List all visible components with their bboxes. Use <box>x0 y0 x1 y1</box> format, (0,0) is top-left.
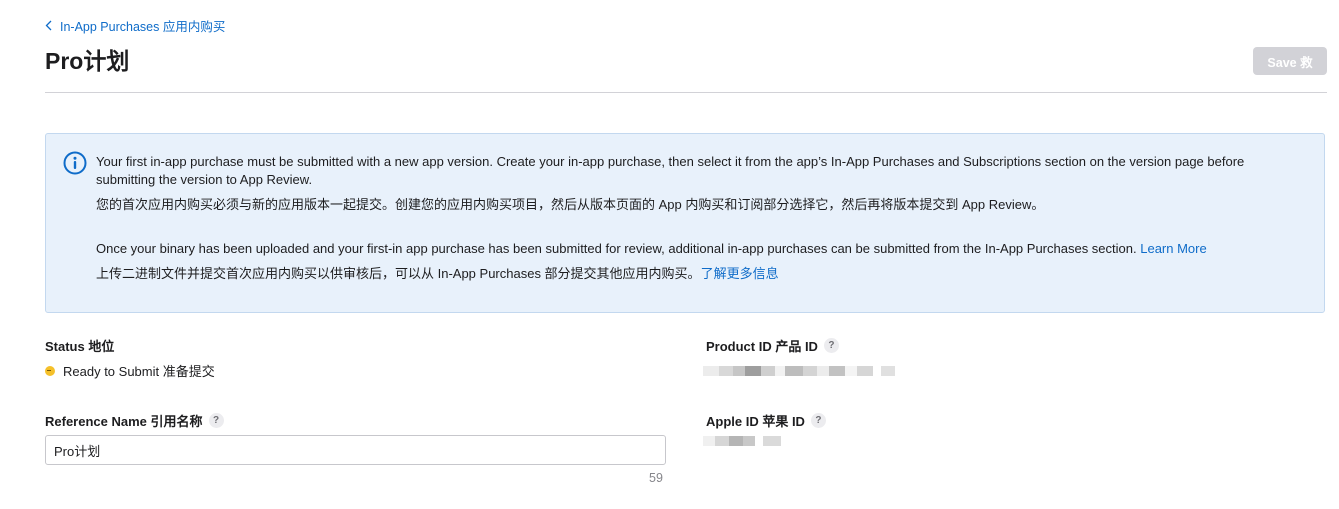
page-title: Pro计划 <box>45 48 130 74</box>
character-count: 59 <box>649 471 663 485</box>
help-icon[interactable]: ? <box>810 413 826 428</box>
info-line2-en: Once your binary has been uploaded and y… <box>96 240 1296 258</box>
apple-id-label: Apple ID 苹果 ID ? <box>706 411 826 430</box>
status-label-text: Status 地位 <box>45 339 115 354</box>
status-label: Status 地位 <box>45 336 114 355</box>
status-value-text: Ready to Submit 准备提交 <box>63 364 215 379</box>
status-pending-icon <box>45 365 55 376</box>
header-divider <box>45 92 1327 93</box>
reference-name-label: Reference Name 引用名称 ? <box>45 411 224 430</box>
reference-name-input[interactable] <box>45 435 666 465</box>
info-line2-zh: 上传二进制文件并提交首次应用内购买以供审核后，可以从 In-App Purcha… <box>96 265 1296 283</box>
learn-more-link[interactable]: Learn More <box>1140 241 1206 256</box>
breadcrumb[interactable]: In-App Purchases 应用内购买 <box>45 16 225 35</box>
status-value: Ready to Submit 准备提交 <box>45 361 215 380</box>
info-banner: Your first in-app purchase must be submi… <box>45 133 1325 313</box>
info-line1-en: Your first in-app purchase must be submi… <box>96 154 1245 187</box>
reference-name-label-text: Reference Name 引用名称 <box>45 414 203 429</box>
learn-more-link-zh[interactable]: 了解更多信息 <box>701 266 779 281</box>
product-id-value-redacted <box>703 366 895 376</box>
save-button[interactable]: Save 救 <box>1253 47 1327 75</box>
product-id-label: Product ID 产品 ID ? <box>706 336 839 355</box>
chevron-left-icon <box>45 20 52 31</box>
info-text: Your first in-app purchase must be submi… <box>96 153 1296 283</box>
info-icon <box>63 151 87 180</box>
info-line2-zh-text: 上传二进制文件并提交首次应用内购买以供审核后，可以从 In-App Purcha… <box>96 266 701 281</box>
breadcrumb-link[interactable]: In-App Purchases 应用内购买 <box>60 16 225 35</box>
apple-id-label-text: Apple ID 苹果 ID <box>706 414 805 429</box>
help-icon[interactable]: ? <box>208 413 224 428</box>
product-id-label-text: Product ID 产品 ID <box>706 339 818 354</box>
help-icon[interactable]: ? <box>823 338 839 353</box>
info-line1-zh: 您的首次应用内购买必须与新的应用版本一起提交。创建您的应用内购买项目，然后从版本… <box>96 197 1045 212</box>
info-line2-en-text: Once your binary has been uploaded and y… <box>96 241 1137 256</box>
apple-id-value-redacted <box>703 436 781 446</box>
